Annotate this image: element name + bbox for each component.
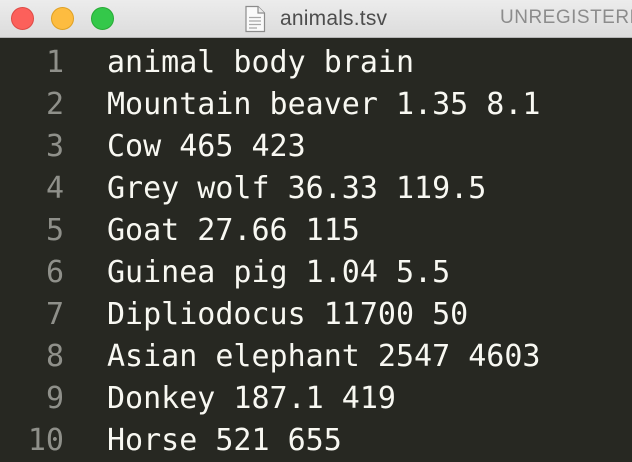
line-number: 3 — [45, 129, 64, 164]
line-text[interactable]: Cow 465 423 — [107, 126, 306, 168]
editor-line: 1 animal body brain — [0, 42, 632, 84]
line-text[interactable]: Grey wolf 36.33 119.5 — [107, 168, 486, 210]
line-text[interactable]: Horse 521 655 — [107, 420, 342, 462]
line-number: 10 — [27, 423, 64, 458]
text-editor[interactable]: 1 animal body brain 2 Mountain beaver 1.… — [0, 38, 632, 462]
editor-line: 9 Donkey 187.1 419 — [0, 378, 632, 420]
file-name: animals.tsv — [280, 7, 388, 30]
line-number: 4 — [45, 171, 64, 206]
line-text[interactable]: Dipliodocus 11700 50 — [107, 294, 468, 336]
editor-line: 2 Mountain beaver 1.35 8.1 — [0, 84, 632, 126]
line-text[interactable]: Donkey 187.1 419 — [107, 378, 396, 420]
file-icon — [245, 5, 266, 33]
editor-window: animals.tsv UNREGISTERED 1 animal body b… — [0, 0, 632, 462]
editor-line: 4 Grey wolf 36.33 119.5 — [0, 168, 632, 210]
editor-line: 3 Cow 465 423 — [0, 126, 632, 168]
minimize-window-button[interactable] — [51, 7, 74, 30]
close-window-button[interactable] — [11, 7, 34, 30]
line-number: 9 — [45, 381, 64, 416]
line-text[interactable]: animal body brain — [107, 42, 414, 84]
line-text[interactable]: Guinea pig 1.04 5.5 — [107, 252, 450, 294]
editor-line: 5 Goat 27.66 115 — [0, 210, 632, 252]
line-text[interactable]: Goat 27.66 115 — [107, 210, 360, 252]
line-number: 5 — [45, 213, 64, 248]
line-number: 1 — [45, 45, 64, 80]
line-text[interactable]: Mountain beaver 1.35 8.1 — [107, 84, 540, 126]
editor-line: 10 Horse 521 655 — [0, 420, 632, 462]
line-number: 8 — [45, 339, 64, 374]
editor-line: 6 Guinea pig 1.04 5.5 — [0, 252, 632, 294]
file-tab[interactable]: animals.tsv — [244, 0, 387, 38]
line-text[interactable]: Asian elephant 2547 4603 — [107, 336, 540, 378]
title-bar: animals.tsv UNREGISTERED — [0, 0, 632, 38]
editor-line: 7 Dipliodocus 11700 50 — [0, 294, 632, 336]
line-number: 7 — [45, 297, 64, 332]
line-number: 2 — [45, 87, 64, 122]
editor-line: 8 Asian elephant 2547 4603 — [0, 336, 632, 378]
line-number: 6 — [45, 255, 64, 290]
license-status-label: UNREGISTERED — [500, 7, 632, 28]
zoom-window-button[interactable] — [91, 7, 114, 30]
